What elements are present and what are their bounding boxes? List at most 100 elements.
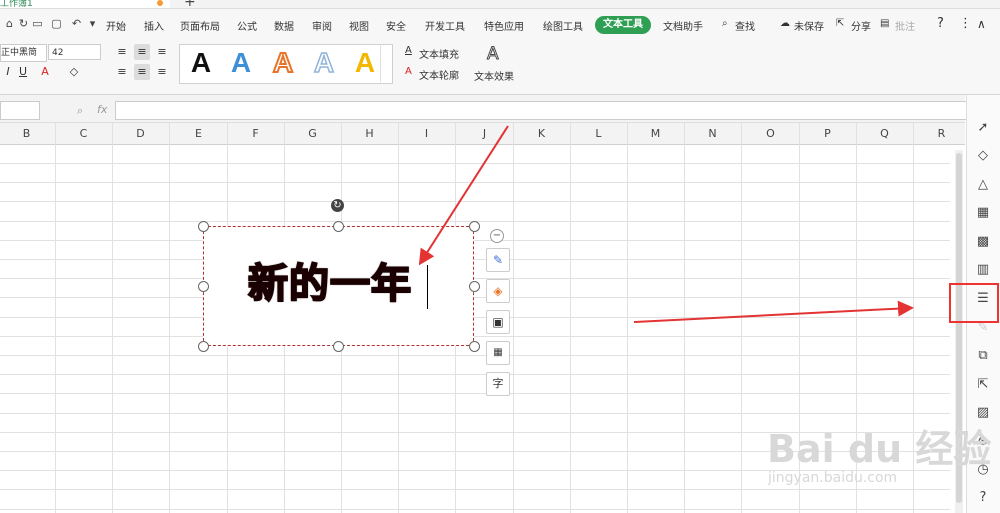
export-icon[interactable]: ⇱	[975, 377, 991, 393]
save-icon[interactable]: ↻	[17, 17, 30, 30]
tab-formulas[interactable]: 公式	[237, 18, 257, 33]
tab-text-tools[interactable]: 文本工具	[595, 16, 651, 34]
document-tab-label: 工作簿1	[0, 0, 33, 9]
tab-review[interactable]: 审阅	[312, 18, 332, 33]
rotate-handle-icon[interactable]: ↻	[331, 199, 344, 212]
more-quick-access-icon[interactable]: ▾	[86, 17, 99, 30]
annotation-highlight-box	[949, 283, 999, 323]
col-header-q[interactable]: Q	[856, 127, 913, 140]
col-header-i[interactable]: I	[398, 127, 455, 140]
col-header-p[interactable]: P	[799, 127, 856, 140]
font-name-select[interactable]: 正中黑简	[0, 44, 47, 62]
align-middle-icon[interactable]: ≡	[134, 44, 150, 60]
align-right-icon[interactable]: ≡	[154, 64, 170, 80]
text-wrap-icon[interactable]: ▦	[486, 341, 510, 365]
resize-handle-left[interactable]	[198, 281, 209, 292]
resize-handle-bottom-right[interactable]	[469, 341, 480, 352]
comment-button[interactable]: 批注	[895, 18, 915, 33]
more-options-button[interactable]: ⋮	[959, 16, 972, 31]
fill-icon[interactable]: ◈	[486, 279, 510, 303]
resize-handle-top[interactable]	[333, 221, 344, 232]
tab-home[interactable]: 开始	[106, 18, 126, 33]
col-header-l[interactable]: L	[570, 127, 627, 140]
col-header-b[interactable]: B	[0, 127, 55, 140]
text-fill-button[interactable]: 文本填充	[419, 46, 459, 61]
share-button[interactable]: 分享	[851, 18, 871, 33]
resize-handle-bottom[interactable]	[333, 341, 344, 352]
col-header-c[interactable]: C	[55, 127, 112, 140]
font-color-button[interactable]: A	[37, 64, 53, 80]
print-icon[interactable]: ▭	[31, 17, 44, 30]
style-black[interactable]: A	[186, 46, 216, 80]
col-header-m[interactable]: M	[627, 127, 684, 140]
gallery-scroll[interactable]	[380, 44, 392, 82]
col-header-g[interactable]: G	[284, 127, 341, 140]
tab-developer[interactable]: 开发工具	[425, 18, 465, 33]
name-box[interactable]	[0, 101, 40, 120]
style-yellow[interactable]: A	[350, 46, 380, 80]
collapse-toolbar-icon[interactable]: −	[490, 229, 504, 243]
col-header-h[interactable]: H	[341, 127, 398, 140]
col-header-j[interactable]: J	[456, 127, 513, 140]
tab-special-apps[interactable]: 特色应用	[484, 18, 524, 33]
tab-drawing-tools[interactable]: 绘图工具	[543, 18, 583, 33]
col-header-r[interactable]: R	[913, 127, 970, 140]
edit-shape-icon[interactable]: ✎	[486, 248, 510, 272]
text-box-content[interactable]: 新的一年	[247, 251, 412, 309]
undo-icon[interactable]: ↶	[70, 17, 83, 30]
watermark-url: jingyan.baidu.com	[768, 470, 898, 486]
col-header-o[interactable]: O	[742, 127, 799, 140]
tab-security[interactable]: 安全	[386, 18, 406, 33]
col-header-d[interactable]: D	[112, 127, 169, 140]
style-orange-outline[interactable]: A	[268, 46, 298, 80]
search-label[interactable]: 查找	[735, 18, 755, 33]
resize-handle-bottom-left[interactable]	[198, 341, 209, 352]
table-icon[interactable]: ▦	[975, 205, 991, 221]
style-blue[interactable]: A	[226, 46, 256, 80]
clear-format-icon[interactable]: ◇	[66, 64, 82, 80]
font-size-select[interactable]: 42	[48, 44, 101, 60]
align-top-icon[interactable]: ≡	[114, 44, 130, 60]
resize-handle-top-right[interactable]	[469, 221, 480, 232]
col-header-k[interactable]: K	[513, 127, 570, 140]
tab-view[interactable]: 视图	[349, 18, 369, 33]
copy-format-icon[interactable]: ⧉	[975, 348, 991, 364]
help-button[interactable]: ?	[937, 16, 944, 31]
save-status-button[interactable]: 未保存	[794, 18, 824, 33]
collapse-ribbon-button[interactable]: ∧	[977, 17, 986, 31]
align-bottom-icon[interactable]: ≡	[154, 44, 170, 60]
print-preview-icon[interactable]: ▢	[50, 17, 63, 30]
text-outline-button[interactable]: 文本轮廓	[419, 67, 459, 82]
text-effect-button[interactable]: 文本效果	[474, 68, 514, 83]
function-icon[interactable]: fx	[97, 103, 107, 116]
underline-button[interactable]: U	[15, 64, 31, 80]
text-direction-icon[interactable]: 字	[486, 372, 510, 396]
col-header-n[interactable]: N	[684, 127, 741, 140]
zoom-icon[interactable]: ⌕	[77, 104, 83, 118]
col-header-f[interactable]: F	[227, 127, 284, 140]
chart-icon[interactable]: ▥	[975, 262, 991, 278]
tab-page-layout[interactable]: 页面布局	[180, 18, 220, 33]
resize-handle-top-left[interactable]	[198, 221, 209, 232]
style-icon[interactable]: △	[975, 177, 991, 193]
formula-input[interactable]	[115, 101, 967, 120]
style-light-blue-outline[interactable]: A	[309, 46, 339, 80]
help-icon[interactable]: ?	[975, 490, 991, 506]
grid-row-line	[0, 317, 950, 318]
widgets-icon[interactable]: ▩	[975, 234, 991, 250]
arrow-to-panel	[633, 300, 914, 323]
italic-button[interactable]: I	[0, 64, 16, 80]
tab-doc-assistant[interactable]: 文档助手	[663, 18, 703, 33]
align-center-icon[interactable]: ≡	[134, 64, 150, 80]
open-folder-icon[interactable]: ⌂	[3, 17, 16, 30]
col-header-e[interactable]: E	[170, 127, 227, 140]
resize-handle-right[interactable]	[469, 281, 480, 292]
tab-insert[interactable]: 插入	[144, 18, 164, 33]
outline-icon[interactable]: ▣	[486, 310, 510, 334]
search-icon[interactable]: ⌕	[722, 18, 728, 29]
tab-data[interactable]: 数据	[274, 18, 294, 33]
select-pointer-icon[interactable]: ➚	[975, 120, 991, 136]
align-left-icon[interactable]: ≡	[114, 64, 130, 80]
document-tab[interactable]: 工作簿1	[0, 0, 170, 9]
shapes-icon[interactable]: ◇	[975, 148, 991, 164]
